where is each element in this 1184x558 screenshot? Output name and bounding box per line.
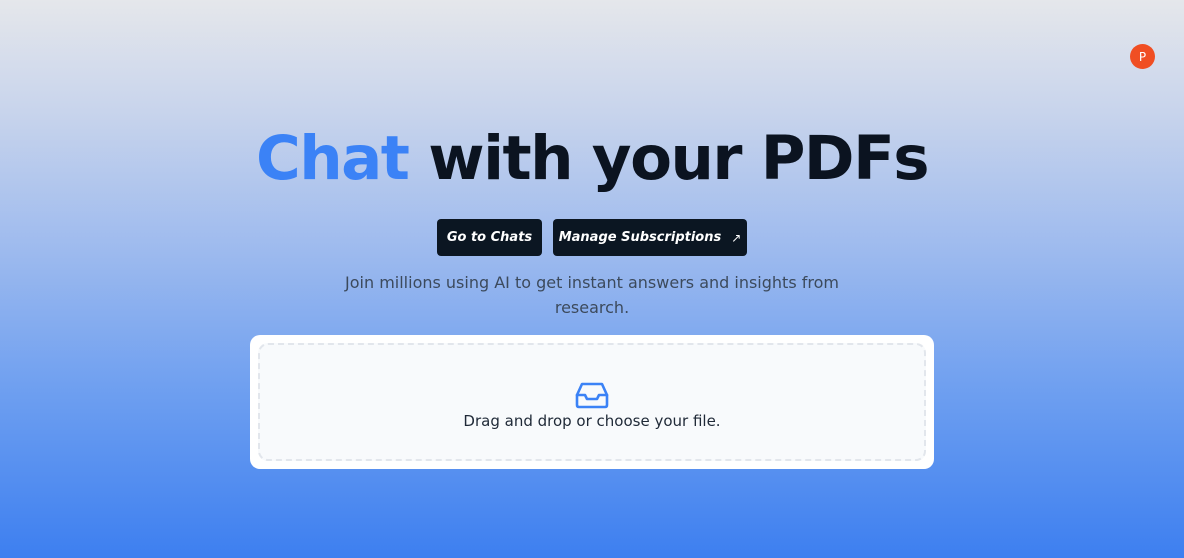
go-to-chats-label: Go to Chats xyxy=(446,230,533,245)
external-link-icon: ↗ xyxy=(731,230,742,245)
inbox-icon xyxy=(575,382,609,409)
page-title: Chat with your PDFs xyxy=(0,124,1184,194)
title-accent: Chat xyxy=(255,123,410,194)
title-rest: with your PDFs xyxy=(428,123,929,194)
tagline: Join millions using AI to get instant an… xyxy=(345,273,839,317)
manage-subscriptions-label: Manage Subscriptions xyxy=(558,230,722,245)
action-buttons: Go to Chats Manage Subscriptions ↗ xyxy=(0,219,1184,256)
dropzone-label: Drag and drop or choose your file. xyxy=(463,412,721,430)
manage-subscriptions-button[interactable]: Manage Subscriptions ↗ xyxy=(553,219,747,256)
go-to-chats-button[interactable]: Go to Chats xyxy=(437,219,542,256)
file-dropzone[interactable]: Drag and drop or choose your file. xyxy=(258,343,926,461)
user-avatar[interactable]: P xyxy=(1130,44,1155,69)
upload-card: Drag and drop or choose your file. xyxy=(250,335,934,469)
